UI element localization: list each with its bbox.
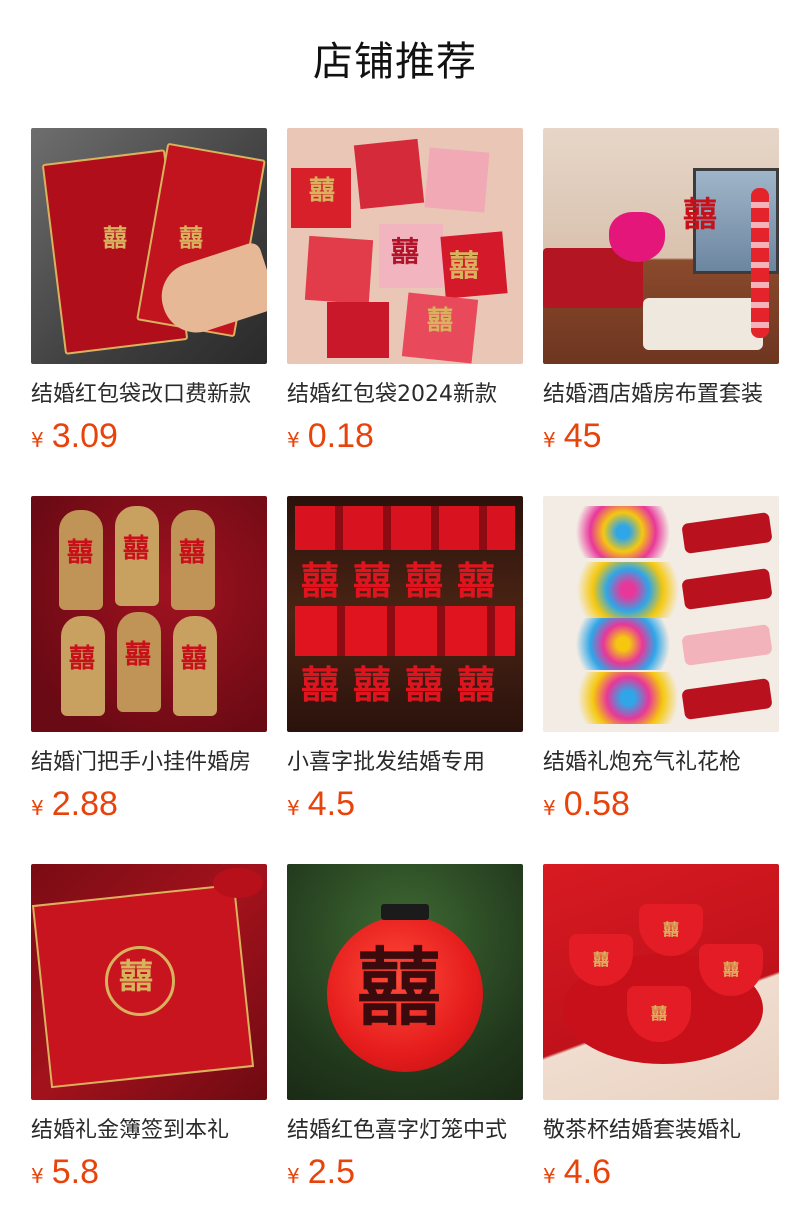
currency-symbol: ¥ [287,1164,300,1188]
product-card[interactable]: 囍 结婚红色喜字灯笼中式 ¥ 2.5 [287,864,523,1232]
red-envelope-icon[interactable]: 囍 囍 [31,128,267,364]
product-name[interactable]: 小喜字批发结婚专用 [287,747,523,779]
product-price: ¥ 5.8 [31,1153,267,1192]
price-amount: 0.58 [563,785,630,823]
price-amount: 2.88 [51,785,118,823]
price-amount: 45 [563,417,602,455]
price-amount: 4.6 [563,1153,611,1191]
product-name[interactable]: 结婚红包袋2024新款 [287,379,523,411]
product-price: ¥ 0.58 [543,785,779,824]
currency-symbol: ¥ [31,796,44,820]
currency-symbol: ¥ [543,1164,556,1188]
product-price: ¥ 3.09 [31,417,267,456]
product-card[interactable]: 囍 结婚酒店婚房布置套装 ¥ 45 [543,128,779,496]
product-name[interactable]: 结婚红色喜字灯笼中式 [287,1115,523,1147]
product-card[interactable]: 结婚礼炮充气礼花枪 ¥ 0.58 [543,496,779,864]
price-amount: 3.09 [51,417,118,455]
product-price: ¥ 0.18 [287,417,523,456]
product-name[interactable]: 敬茶杯结婚套装婚礼 [543,1115,779,1147]
product-card[interactable]: 囍 囍 囍 囍 敬茶杯结婚套装婚礼 ¥ 4.6 [543,864,779,1232]
wedding-room-icon[interactable]: 囍 [543,128,779,364]
product-price: ¥ 2.88 [31,785,267,824]
product-name[interactable]: 结婚礼金簿签到本礼 [31,1115,267,1147]
currency-symbol: ¥ [287,796,300,820]
guest-book-icon[interactable]: 囍 [31,864,267,1100]
product-card[interactable]: 囍 囍 囍 囍 囍 囍 结婚门把手小挂件婚房 ¥ 2.88 [31,496,267,864]
currency-symbol: ¥ [31,1164,44,1188]
price-amount: 0.18 [307,417,374,455]
product-price: ¥ 4.5 [287,785,523,824]
product-name[interactable]: 结婚酒店婚房布置套装 [543,379,779,411]
price-amount: 2.5 [307,1153,355,1191]
product-price: ¥ 4.6 [543,1153,779,1192]
xi-stickers-icon[interactable]: 囍 囍 囍 囍 囍 囍 囍 囍 [287,496,523,732]
currency-symbol: ¥ [31,428,44,452]
product-name[interactable]: 结婚礼炮充气礼花枪 [543,747,779,779]
product-card[interactable]: 囍 结婚礼金簿签到本礼 ¥ 5.8 [31,864,267,1232]
product-card[interactable]: 囍 囍 囍 囍 结婚红包袋2024新款 ¥ 0.18 [287,128,523,496]
product-card[interactable]: 囍 囍 囍 囍 囍 囍 囍 囍 小喜字批发结婚专用 ¥ 4.5 [287,496,523,864]
currency-symbol: ¥ [287,428,300,452]
price-amount: 4.5 [307,785,355,823]
section-header: 店铺推荐 [0,0,790,128]
product-name[interactable]: 结婚红包袋改口费新款 [31,379,267,411]
confetti-cannon-icon[interactable] [543,496,779,732]
currency-symbol: ¥ [543,796,556,820]
currency-symbol: ¥ [543,428,556,452]
section-title: 店铺推荐 [313,39,477,85]
red-envelope-pack-icon[interactable]: 囍 囍 囍 囍 [287,128,523,364]
product-price: ¥ 2.5 [287,1153,523,1192]
lantern-icon[interactable]: 囍 [287,864,523,1100]
door-hanger-icon[interactable]: 囍 囍 囍 囍 囍 囍 [31,496,267,732]
price-amount: 5.8 [51,1153,99,1191]
product-grid: 囍 囍 结婚红包袋改口费新款 ¥ 3.09 囍 囍 囍 囍 结婚红包袋2024新… [31,128,790,1232]
product-name[interactable]: 结婚门把手小挂件婚房 [31,747,267,779]
product-price: ¥ 45 [543,417,779,456]
tea-set-icon[interactable]: 囍 囍 囍 囍 [543,864,779,1100]
product-card[interactable]: 囍 囍 结婚红包袋改口费新款 ¥ 3.09 [31,128,267,496]
